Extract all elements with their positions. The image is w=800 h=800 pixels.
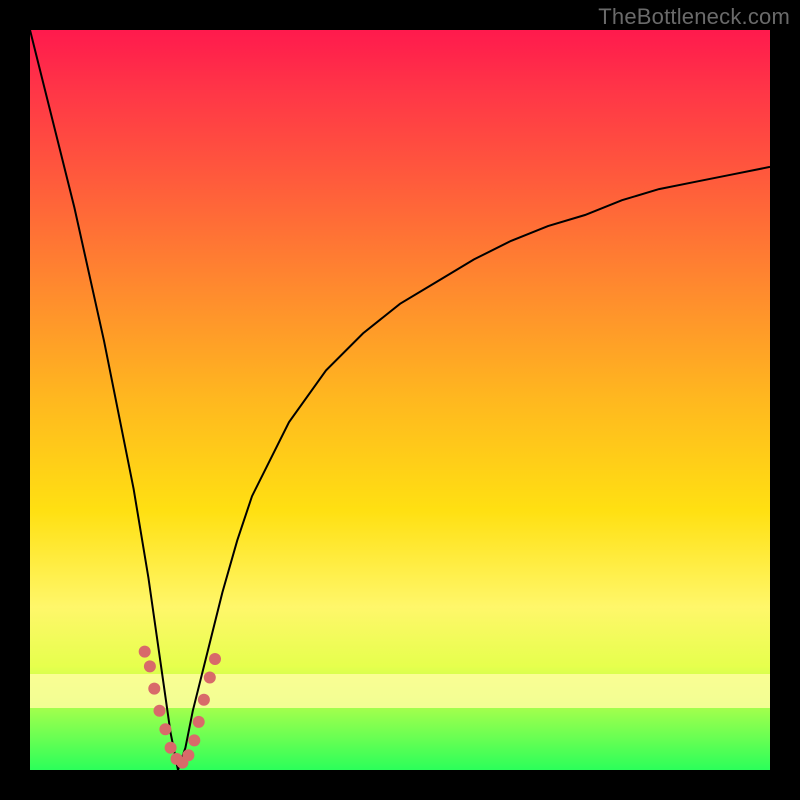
curve-marker: [182, 749, 194, 761]
curve-marker: [171, 753, 183, 765]
curve-marker: [176, 757, 188, 769]
plot-area: [30, 30, 770, 770]
watermark-text: TheBottleneck.com: [598, 4, 790, 30]
curve-marker: [188, 734, 200, 746]
chart-frame: TheBottleneck.com: [0, 0, 800, 800]
curve-marker: [139, 646, 151, 658]
curve-marker: [144, 660, 156, 672]
curve-svg: [30, 30, 770, 770]
curve-marker: [193, 716, 205, 728]
curve-marker: [165, 742, 177, 754]
bottleneck-curve: [30, 30, 770, 770]
curve-marker: [159, 723, 171, 735]
highlight-band: [30, 674, 770, 708]
curve-marker: [209, 653, 221, 665]
